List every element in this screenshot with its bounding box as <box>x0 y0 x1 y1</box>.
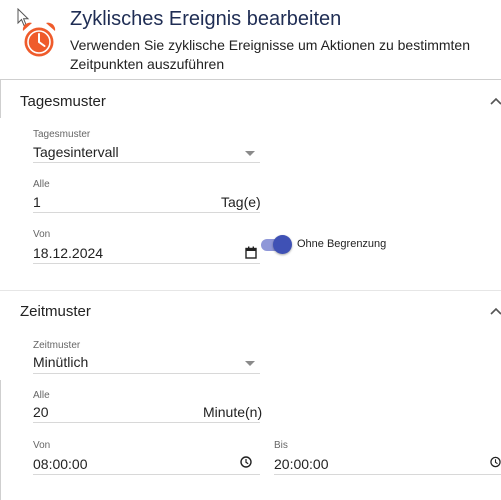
section-title-day-pattern[interactable]: Tagesmuster <box>20 93 106 110</box>
input-underline <box>33 263 260 264</box>
select-underline <box>33 373 260 374</box>
day-interval-label: Alle <box>33 179 50 190</box>
alarm-clock-icon <box>22 22 56 57</box>
start-date-input[interactable]: 18.12.2024 <box>33 245 103 261</box>
calendar-icon[interactable] <box>245 246 257 259</box>
input-underline <box>33 474 260 475</box>
chevron-up-icon[interactable] <box>489 96 501 106</box>
no-limit-toggle-label: Ohne Begrenzung <box>297 238 387 250</box>
dropdown-arrow-icon[interactable] <box>245 151 255 156</box>
start-time-input[interactable]: 08:00:00 <box>33 456 88 472</box>
minute-interval-label: Alle <box>33 390 50 401</box>
end-time-input[interactable]: 20:00:00 <box>274 456 329 472</box>
minute-interval-unit: Minute(n) <box>203 404 263 420</box>
dropdown-arrow-icon[interactable] <box>245 361 255 366</box>
dialog-subtitle: Verwenden Sie zyklische Ereignisse um Ak… <box>70 37 470 72</box>
section-divider <box>0 290 501 291</box>
clock-icon[interactable] <box>240 456 252 468</box>
dialog-title: Zyklisches Ereignis bearbeiten <box>70 8 342 30</box>
day-pattern-select-label: Tagesmuster <box>33 129 91 140</box>
dialog-header: Zyklisches Ereignis bearbeiten Verwenden… <box>0 0 501 79</box>
section-title-time-pattern[interactable]: Zeitmuster <box>20 303 91 320</box>
toggle-knob[interactable] <box>273 235 292 254</box>
input-underline <box>274 474 501 475</box>
day-interval-input[interactable]: 1 <box>33 194 41 210</box>
chevron-up-icon[interactable] <box>489 306 501 316</box>
minute-interval-input[interactable]: 20 <box>33 404 49 420</box>
time-pattern-select-label: Zeitmuster <box>33 340 81 351</box>
clock-icon[interactable] <box>490 456 501 468</box>
header-divider <box>0 79 501 80</box>
day-interval-unit: Tag(e) <box>221 194 261 210</box>
day-pattern-select-value[interactable]: Tagesintervall <box>33 144 119 160</box>
left-border-lower <box>0 380 1 500</box>
select-underline <box>33 162 260 163</box>
left-border <box>0 80 1 118</box>
start-date-label: Von <box>33 229 51 240</box>
input-underline <box>33 212 260 213</box>
input-underline <box>33 422 260 423</box>
end-time-label: Bis <box>274 440 288 451</box>
time-pattern-select-value[interactable]: Minütlich <box>33 354 88 370</box>
start-time-label: Von <box>33 440 51 451</box>
